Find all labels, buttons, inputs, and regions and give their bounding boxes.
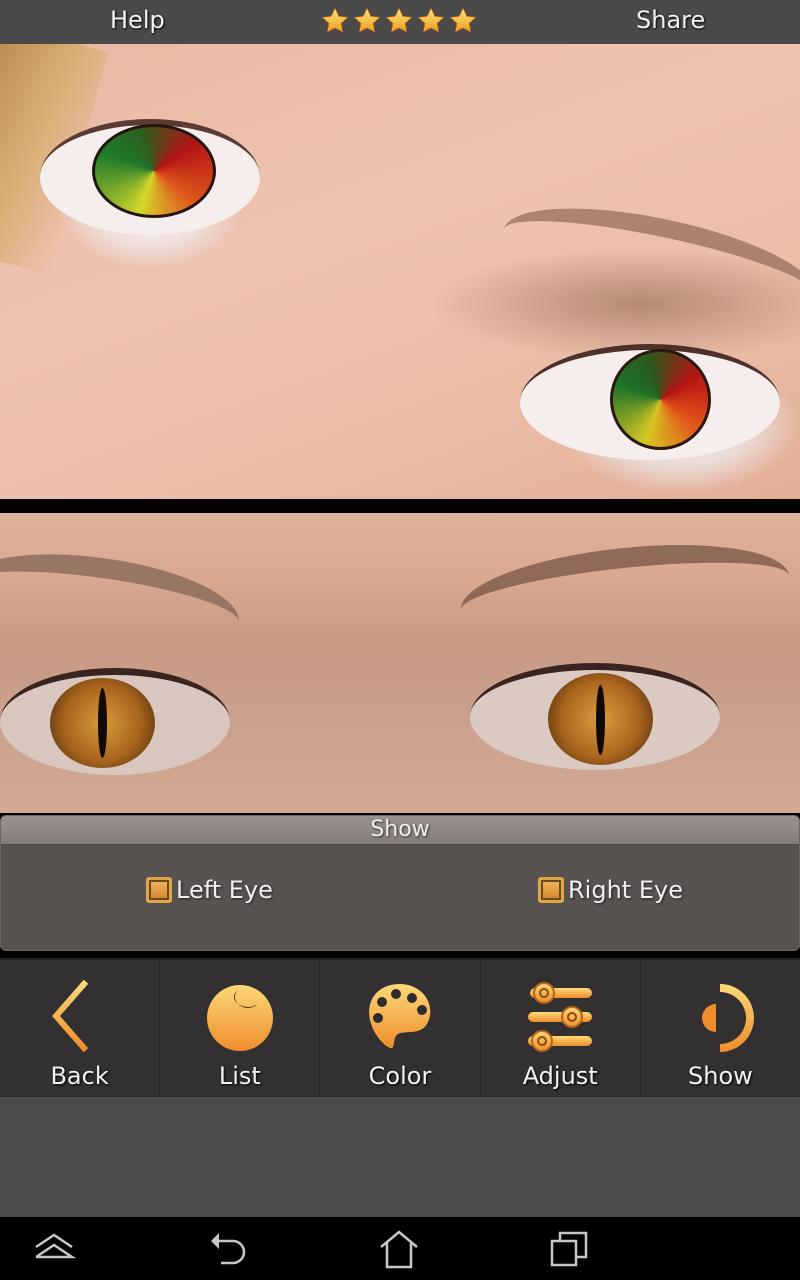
show-panel-title: Show: [1, 816, 799, 845]
star-icon[interactable]: [416, 6, 446, 36]
right-eye-checkbox[interactable]: Right Eye: [538, 876, 683, 904]
list-button[interactable]: List: [160, 960, 321, 1098]
separator: [0, 499, 800, 513]
back-button[interactable]: Back: [0, 960, 161, 1098]
adjust-label: Adjust: [522, 1062, 598, 1090]
checkbox-icon[interactable]: [146, 877, 172, 903]
eyebrow: [494, 186, 800, 340]
show-panel: Show Left Eye Right Eye: [0, 815, 800, 951]
right-iris: [610, 349, 711, 450]
half-circle-icon: [702, 984, 755, 1052]
system-nav-bar: [0, 1217, 800, 1280]
star-icon[interactable]: [352, 6, 382, 36]
left-iris: [92, 124, 216, 218]
palette-icon: [369, 984, 431, 1049]
color-label: Color: [368, 1062, 432, 1090]
home-icon[interactable]: [377, 1229, 421, 1269]
photo-bottom-eyes[interactable]: [0, 513, 800, 813]
eyebrow: [456, 530, 794, 656]
star-icon[interactable]: [320, 6, 350, 36]
star-icon[interactable]: [384, 6, 414, 36]
rate-stars[interactable]: [320, 6, 478, 36]
eye-ball-icon: [206, 985, 273, 1051]
collapse-icon[interactable]: [32, 1229, 76, 1269]
show-label: Show: [688, 1062, 753, 1090]
chevron-left-icon: [51, 979, 88, 1053]
top-bar: Help Share: [0, 0, 800, 45]
recent-apps-icon[interactable]: [548, 1229, 592, 1269]
color-button[interactable]: Color: [320, 960, 481, 1098]
star-icon[interactable]: [448, 6, 478, 36]
ad-area: [0, 1096, 800, 1218]
eyebrow: [0, 538, 245, 668]
left-eye-label: Left Eye: [176, 876, 273, 904]
list-label: List: [218, 1062, 261, 1090]
photo-top-eyes[interactable]: [0, 44, 800, 499]
sliders-icon: [528, 982, 593, 1052]
help-button[interactable]: Help: [110, 6, 165, 34]
adjust-button[interactable]: Adjust: [481, 960, 641, 1098]
show-button[interactable]: Show: [641, 960, 800, 1098]
left-iris: [50, 678, 155, 768]
left-eye-checkbox[interactable]: Left Eye: [146, 876, 273, 904]
share-button[interactable]: Share: [636, 6, 705, 34]
right-eye-label: Right Eye: [568, 876, 683, 904]
right-iris: [548, 673, 653, 765]
bottom-toolbar: Back List Color Adjust Show: [0, 958, 800, 1098]
checkbox-icon[interactable]: [538, 877, 564, 903]
back-icon[interactable]: [207, 1229, 251, 1269]
back-label: Back: [50, 1062, 109, 1090]
